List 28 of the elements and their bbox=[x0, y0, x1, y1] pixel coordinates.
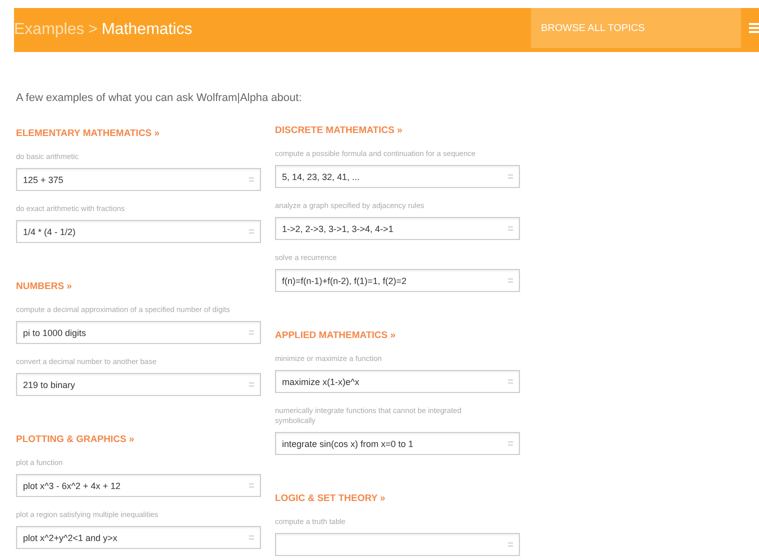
query-field[interactable]: pi to 1000 digits bbox=[16, 321, 261, 344]
query-field[interactable]: 125 + 375 bbox=[16, 168, 261, 191]
breadcrumb-separator: > bbox=[88, 21, 98, 39]
menu-icon[interactable] bbox=[749, 22, 759, 34]
equals-icon[interactable] bbox=[508, 441, 513, 446]
equals-icon[interactable] bbox=[508, 226, 513, 231]
query-field[interactable]: integrate sin(cos x) from x=0 to 1 bbox=[275, 432, 520, 455]
equals-icon[interactable] bbox=[508, 278, 513, 283]
query-field[interactable]: f(n)=f(n-1)+f(n-2), f(1)=1, f(2)=2 bbox=[275, 269, 520, 292]
equals-icon[interactable] bbox=[249, 330, 254, 335]
equals-icon[interactable] bbox=[508, 174, 513, 179]
equals-icon[interactable] bbox=[249, 382, 254, 387]
equals-icon[interactable] bbox=[249, 229, 254, 234]
equals-icon[interactable] bbox=[508, 379, 513, 384]
query-field[interactable]: 1/4 * (4 - 1/2) bbox=[16, 220, 261, 243]
page-title: Mathematics bbox=[102, 21, 192, 39]
query-field[interactable]: plot x^3 - 6x^2 + 4x + 12 bbox=[16, 474, 261, 497]
equals-icon[interactable] bbox=[249, 483, 254, 488]
query-field[interactable] bbox=[275, 533, 520, 556]
equals-icon[interactable] bbox=[249, 535, 254, 540]
query-field[interactable]: 219 to binary bbox=[16, 373, 261, 396]
intro-text: A few examples of what you can ask Wolfram|Alpha about: bbox=[16, 92, 303, 104]
equals-icon[interactable] bbox=[508, 542, 513, 547]
query-field[interactable]: 5, 14, 23, 32, 41, ... bbox=[275, 165, 520, 188]
equals-icon[interactable] bbox=[249, 177, 254, 182]
query-field[interactable]: 1->2, 2->3, 3->1, 3->4, 4->1 bbox=[275, 217, 520, 240]
query-field[interactable]: plot x^2+y^2<1 and y>x bbox=[16, 526, 261, 549]
query-field[interactable]: maximize x(1-x)e^x bbox=[275, 370, 520, 393]
